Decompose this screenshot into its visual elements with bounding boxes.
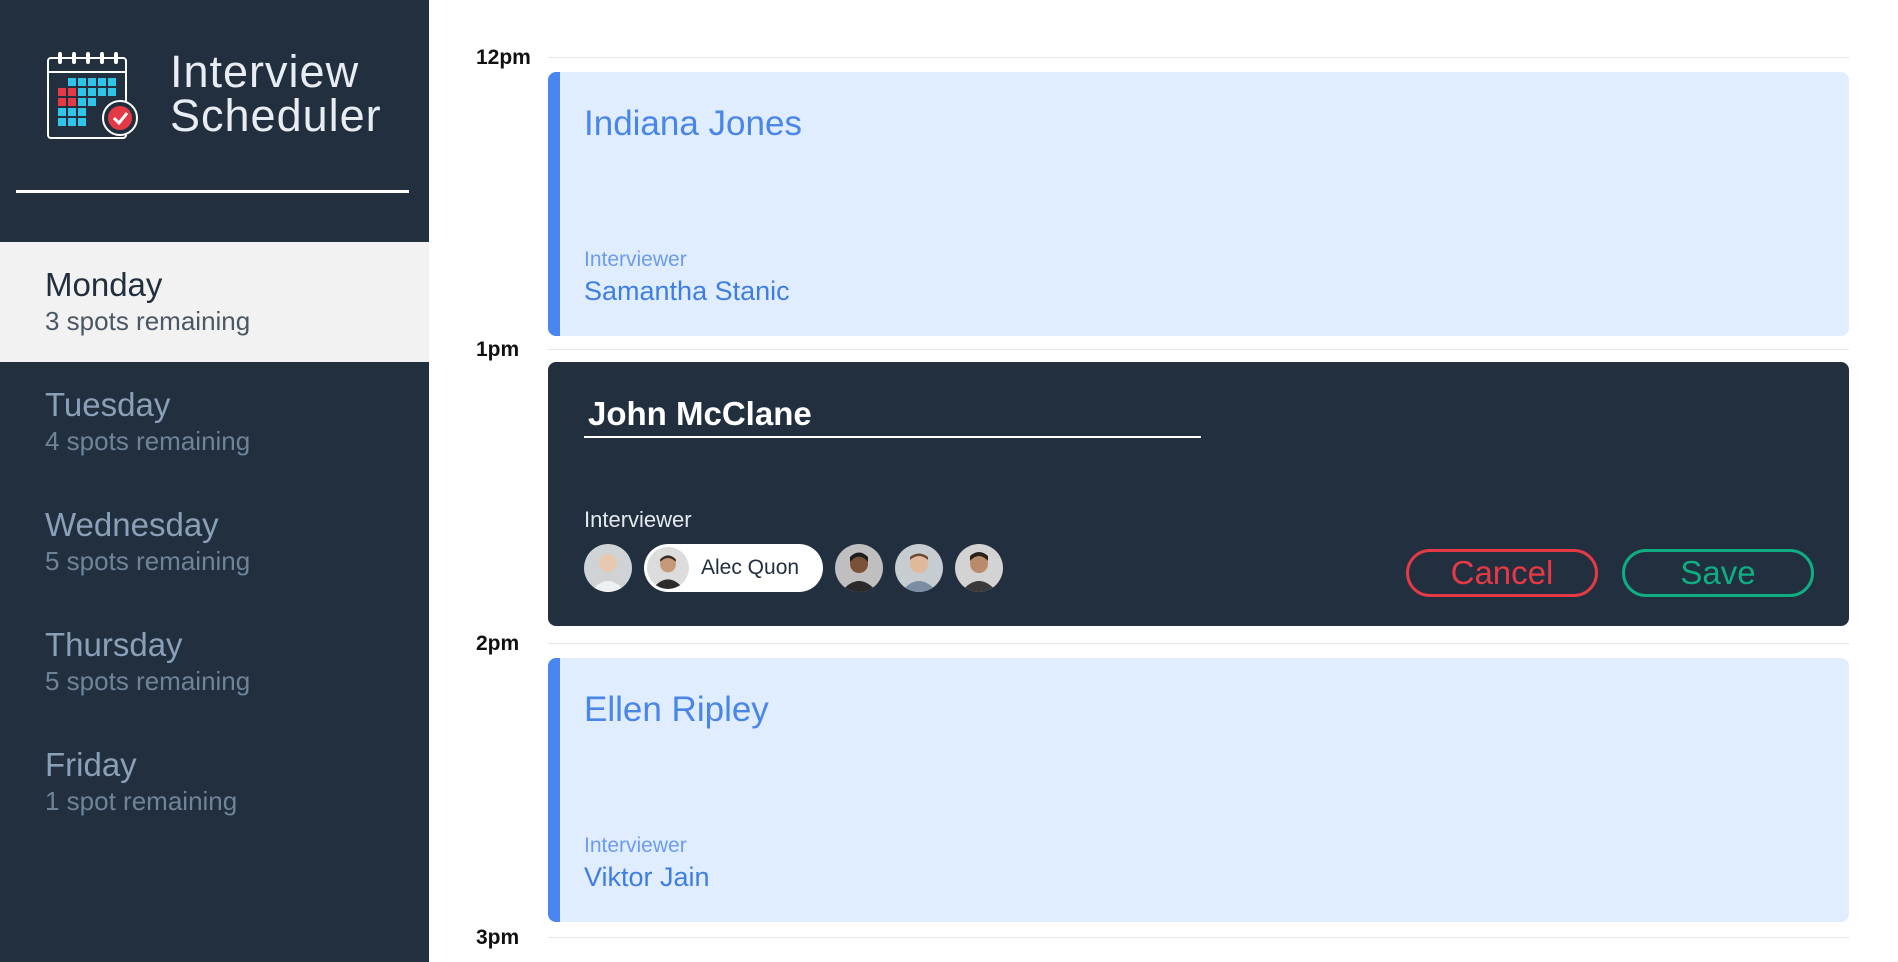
interviewer-list: Alec Quon: [584, 543, 1015, 593]
person-avatar-icon: [584, 544, 632, 592]
person-avatar-icon: [835, 544, 884, 592]
interviewer-avatar[interactable]: [584, 544, 632, 592]
schedule: 12pm Indiana Jones Interviewer Samantha …: [429, 0, 1898, 962]
interviewer-name: Samantha Stanic: [584, 276, 790, 306]
person-avatar-icon: [955, 544, 1004, 592]
time-divider: [548, 643, 1849, 644]
interviewer-name: Viktor Jain: [584, 862, 710, 892]
interviewer-selected-name: Alec Quon: [701, 556, 800, 579]
day-item-friday[interactable]: Friday 1 spot remaining: [0, 722, 429, 842]
app-root: Interview Scheduler Monday 3 spots remai…: [0, 0, 1898, 962]
brand: Interview Scheduler: [46, 46, 386, 150]
day-item-tuesday[interactable]: Tuesday 4 spots remaining: [0, 362, 429, 482]
time-divider: [548, 937, 1849, 938]
day-name: Monday: [45, 266, 163, 303]
sidebar: Interview Scheduler Monday 3 spots remai…: [0, 0, 429, 962]
day-name: Wednesday: [45, 506, 219, 543]
appointment-form: Interviewer: [548, 362, 1849, 626]
time-label: 12pm: [476, 46, 531, 69]
day-item-monday[interactable]: Monday 3 spots remaining: [0, 242, 429, 362]
interviewer-label: Interviewer: [584, 507, 692, 532]
time-divider: [548, 57, 1849, 58]
day-spots: 3 spots remaining: [45, 306, 251, 336]
day-spots: 4 spots remaining: [45, 426, 251, 456]
day-name: Friday: [45, 746, 137, 783]
day-list: Monday 3 spots remaining Tuesday 4 spots…: [0, 242, 429, 842]
day-name: Thursday: [45, 626, 183, 663]
appointment-card-show: Ellen Ripley Interviewer Viktor Jain: [548, 658, 1849, 922]
interviewer-label: Interviewer: [584, 248, 687, 271]
day-spots: 5 spots remaining: [45, 666, 251, 696]
interviewer-label: Interviewer: [584, 834, 687, 857]
calendar-logo-icon: [47, 52, 138, 139]
interviewer-avatar: [647, 547, 689, 589]
day-item-thursday[interactable]: Thursday 5 spots remaining: [0, 602, 429, 722]
time-label: 1pm: [476, 338, 520, 361]
student-name-input[interactable]: [584, 392, 1201, 438]
interviewer-selected[interactable]: Alec Quon: [644, 544, 824, 592]
save-button[interactable]: Save: [1622, 549, 1814, 597]
person-avatar-icon: [647, 547, 689, 589]
student-name: Indiana Jones: [584, 104, 802, 143]
day-spots: 5 spots remaining: [45, 546, 251, 576]
appointment-card-show: Indiana Jones Interviewer Samantha Stani…: [548, 72, 1849, 336]
interviewer-avatar[interactable]: [835, 544, 884, 592]
sidebar-divider: [16, 190, 409, 193]
app-title-line2: Scheduler: [170, 90, 382, 141]
time-label: 3pm: [476, 926, 520, 949]
student-name: Ellen Ripley: [584, 690, 769, 729]
cancel-button[interactable]: Cancel: [1406, 549, 1598, 597]
interviewer-avatar[interactable]: [955, 544, 1004, 592]
interviewer-avatar[interactable]: [895, 544, 944, 592]
day-spots: 1 spot remaining: [45, 786, 238, 816]
app-title: Interview Scheduler: [170, 46, 382, 141]
day-item-wednesday[interactable]: Wednesday 5 spots remaining: [0, 482, 429, 602]
time-divider: [548, 349, 1849, 350]
day-name: Tuesday: [45, 386, 171, 423]
person-avatar-icon: [895, 544, 944, 592]
time-label: 2pm: [476, 632, 520, 655]
app-title-line1: Interview: [170, 46, 360, 97]
